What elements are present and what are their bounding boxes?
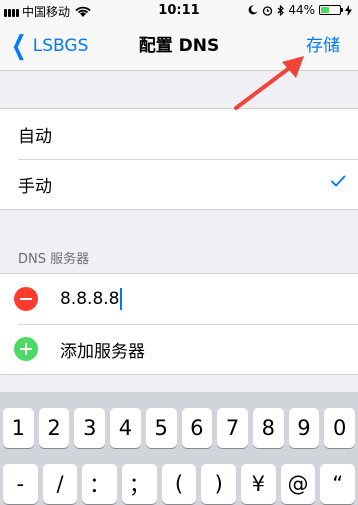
option-label: 自动 <box>18 126 52 147</box>
keyboard-row-symbols: - /：；() ¥ @ “ <box>3 464 356 504</box>
dns-mode-group: 自动 手动 <box>0 108 358 210</box>
status-right: 44% <box>248 3 352 17</box>
battery-icon <box>319 5 343 15</box>
battery-percent: 44% <box>288 3 315 17</box>
chevron-left-icon: ❮ <box>11 31 27 61</box>
key-symbol-2[interactable]: ： <box>82 464 118 504</box>
key-symbol-8[interactable]: “ <box>320 464 356 504</box>
add-server-label: 添加服务器 <box>60 341 145 362</box>
add-server-icon[interactable] <box>14 337 38 361</box>
annotation-arrow <box>234 56 304 110</box>
moon-icon <box>248 5 258 15</box>
keyboard: 1234567890 - /：；() ¥ @ “ <box>0 392 358 505</box>
status-bar: 中国移动 10:11 44% <box>0 0 358 22</box>
key-digit-1[interactable]: 2 <box>38 408 70 448</box>
key-digit-9[interactable]: 0 <box>324 408 356 448</box>
back-button[interactable]: ❮ LSBGS <box>8 22 88 70</box>
key-symbol-5[interactable]: ) <box>201 464 237 504</box>
key-symbol-0[interactable]: - <box>3 464 38 504</box>
key-digit-3[interactable]: 4 <box>110 408 141 448</box>
battery-level <box>321 7 329 13</box>
key-digit-4[interactable]: 5 <box>145 408 177 448</box>
alarm-icon <box>263 5 273 16</box>
option-automatic[interactable]: 自动 <box>0 109 358 159</box>
add-server-row[interactable]: 添加服务器 <box>0 324 358 374</box>
option-manual[interactable]: 手动 <box>0 159 358 209</box>
key-digit-2[interactable]: 3 <box>74 408 106 448</box>
charging-icon <box>345 4 352 16</box>
key-digit-6[interactable]: 7 <box>217 408 248 448</box>
dns-server-value: 8.8.8.8 <box>60 289 120 309</box>
option-label: 手动 <box>18 176 52 197</box>
bluetooth-icon <box>277 4 285 16</box>
save-button[interactable]: 存储 <box>306 22 340 70</box>
key-digit-7[interactable]: 8 <box>252 408 284 448</box>
text-cursor <box>120 288 123 310</box>
key-symbol-3[interactable]: ； <box>122 464 157 504</box>
key-symbol-7[interactable]: @ <box>280 464 316 504</box>
key-symbol-1[interactable]: / <box>42 464 78 504</box>
delete-server-icon[interactable] <box>14 287 38 311</box>
dns-server-row[interactable]: 8.8.8.8 <box>0 274 358 324</box>
key-digit-0[interactable]: 1 <box>3 408 34 448</box>
dns-server-input[interactable]: 8.8.8.8 <box>60 288 123 310</box>
key-digit-5[interactable]: 6 <box>181 408 213 448</box>
back-label: LSBGS <box>32 36 89 56</box>
key-symbol-6[interactable]: ¥ <box>241 464 276 504</box>
keyboard-row-digits: 1234567890 <box>3 408 356 448</box>
dns-servers-group: 8.8.8.8 添加服务器 <box>0 273 358 375</box>
key-symbol-4[interactable]: ( <box>161 464 197 504</box>
dns-servers-header: DNS 服务器 <box>18 252 90 267</box>
checkmark-icon <box>331 175 346 187</box>
key-digit-8[interactable]: 9 <box>288 408 320 448</box>
